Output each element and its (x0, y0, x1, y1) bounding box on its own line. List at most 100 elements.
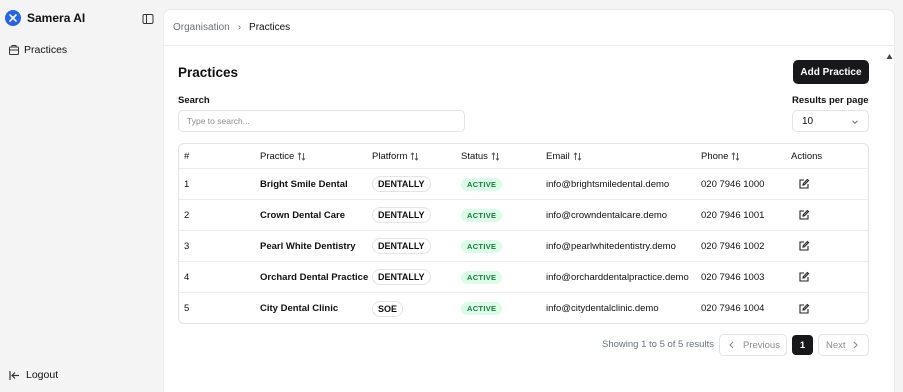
main-panel: Organisation › Practices Practices Add P… (163, 9, 895, 392)
add-practice-button[interactable]: Add Practice (793, 60, 869, 84)
brand[interactable]: Samera AI (5, 10, 85, 26)
previous-label: Previous (743, 339, 780, 351)
sort-icon (298, 151, 306, 161)
sort-icon (573, 151, 582, 161)
phone-cell: 020 7946 1000 (701, 178, 765, 190)
actions-cell (791, 169, 810, 199)
platform-badge: DENTALLY (372, 176, 431, 192)
column-header-label: Email (546, 150, 570, 162)
edit-icon[interactable] (798, 240, 810, 252)
edit-icon[interactable] (798, 209, 810, 221)
practice-name: City Dental Clinic (260, 303, 339, 314)
status-badge: ACTIVE (461, 239, 503, 253)
breadcrumb: Organisation › Practices (164, 10, 894, 46)
sidebar: Samera AI Practices Logout (0, 0, 163, 392)
email-cell: info@citydentalclinic.demo (546, 303, 659, 314)
column-header-label: Platform (372, 150, 408, 162)
practice-name: Orchard Dental Practice (260, 271, 369, 283)
previous-page-button[interactable]: Previous (719, 334, 787, 356)
breadcrumb-current: Practices (249, 22, 291, 33)
column-header-label: Phone (701, 150, 729, 162)
status-badge: ACTIVE (461, 177, 503, 191)
row-number: 3 (184, 240, 190, 252)
status-cell: ACTIVE (461, 231, 503, 261)
status-cell: ACTIVE (461, 293, 503, 323)
search-label: Search (178, 95, 210, 106)
status-cell: ACTIVE (461, 169, 503, 199)
platform-badge: DENTALLY (372, 207, 431, 223)
email-cell: info@brightsmiledental.demo (546, 178, 670, 190)
column-header-number: # (184, 150, 190, 162)
sidebar-toggle-icon[interactable] (142, 12, 154, 24)
email-cell: info@crowndentalcare.demo (546, 209, 668, 221)
table-row[interactable]: 3 Pearl White Dentistry DENTALLY ACTIVE … (179, 231, 868, 262)
sort-icon (732, 151, 740, 161)
page-1-button[interactable]: 1 (792, 335, 813, 355)
next-label: Next (826, 339, 846, 351)
logout-label: Logout (26, 369, 59, 381)
row-number: 2 (184, 209, 190, 221)
table-row[interactable]: 1 Bright Smile Dental DENTALLY ACTIVE in… (179, 169, 868, 200)
column-header-status[interactable]: Status (461, 144, 500, 168)
email-cell: info@orcharddentalpractice.demo (546, 271, 689, 283)
status-badge: ACTIVE (461, 270, 503, 284)
platform-badge: DENTALLY (372, 269, 431, 285)
actions-cell (791, 262, 810, 292)
practice-name: Pearl White Dentistry (260, 240, 356, 252)
chevron-down-icon (852, 120, 858, 125)
practice-name: Crown Dental Care (260, 209, 345, 221)
column-header-label: Status (461, 150, 488, 162)
sidebar-item-label: Practices (24, 44, 68, 56)
actions-cell (791, 200, 810, 230)
phone-cell: 020 7946 1003 (701, 271, 765, 283)
table-row[interactable]: 5 City Dental Clinic SOE ACTIVE info@cit… (179, 293, 868, 323)
row-number: 1 (184, 178, 190, 190)
table-row[interactable]: 2 Crown Dental Care DENTALLY ACTIVE info… (179, 200, 868, 231)
table-row[interactable]: 4 Orchard Dental Practice DENTALLY ACTIV… (179, 262, 868, 293)
chevron-left-icon (729, 341, 734, 349)
results-per-page-select[interactable]: 10 (792, 110, 869, 132)
phone-cell: 020 7946 1001 (701, 209, 765, 221)
actions-cell (791, 293, 810, 323)
table-header: # Practice Platform Status Email Phone A… (179, 144, 868, 169)
phone-cell: 020 7946 1004 (701, 303, 765, 314)
status-cell: ACTIVE (461, 262, 503, 292)
column-header-email[interactable]: Email (546, 144, 582, 168)
actions-cell (791, 231, 810, 261)
breadcrumb-organisation[interactable]: Organisation (173, 22, 230, 33)
edit-icon[interactable] (798, 271, 810, 283)
logout-icon (9, 370, 19, 380)
platform-cell: DENTALLY (372, 231, 431, 261)
row-number: 5 (184, 303, 190, 314)
platform-badge: DENTALLY (372, 238, 431, 254)
platform-badge: SOE (372, 300, 404, 317)
column-header-practice[interactable]: Practice (260, 144, 306, 168)
pagination-summary: Showing 1 to 5 of 5 results (602, 339, 714, 350)
row-number: 4 (184, 271, 190, 283)
building-icon (9, 45, 19, 55)
sort-icon (491, 151, 500, 161)
phone-cell: 020 7946 1002 (701, 240, 765, 252)
sidebar-item-practices[interactable]: Practices (8, 44, 67, 56)
column-header-label: Practice (260, 150, 295, 162)
scroll-up-arrow-icon[interactable] (886, 47, 893, 59)
sort-icon (411, 151, 419, 161)
app-name: Samera AI (27, 11, 86, 25)
next-page-button[interactable]: Next (818, 334, 869, 356)
page-title: Practices (178, 65, 239, 80)
column-header-platform[interactable]: Platform (372, 144, 419, 168)
logout-button[interactable]: Logout (9, 369, 58, 381)
platform-cell: SOE (372, 293, 404, 323)
status-badge: ACTIVE (461, 208, 503, 222)
edit-icon[interactable] (798, 303, 810, 315)
column-header-phone[interactable]: Phone (701, 144, 740, 168)
practices-table: # Practice Platform Status Email Phone A… (178, 143, 869, 324)
status-cell: ACTIVE (461, 200, 503, 230)
edit-icon[interactable] (798, 178, 810, 190)
search-input[interactable] (178, 110, 465, 132)
platform-cell: DENTALLY (372, 262, 431, 292)
results-per-page-value: 10 (802, 115, 814, 127)
practice-name: Bright Smile Dental (260, 178, 348, 190)
chevron-right-icon (853, 341, 858, 349)
results-per-page-label: Results per page (792, 95, 869, 106)
